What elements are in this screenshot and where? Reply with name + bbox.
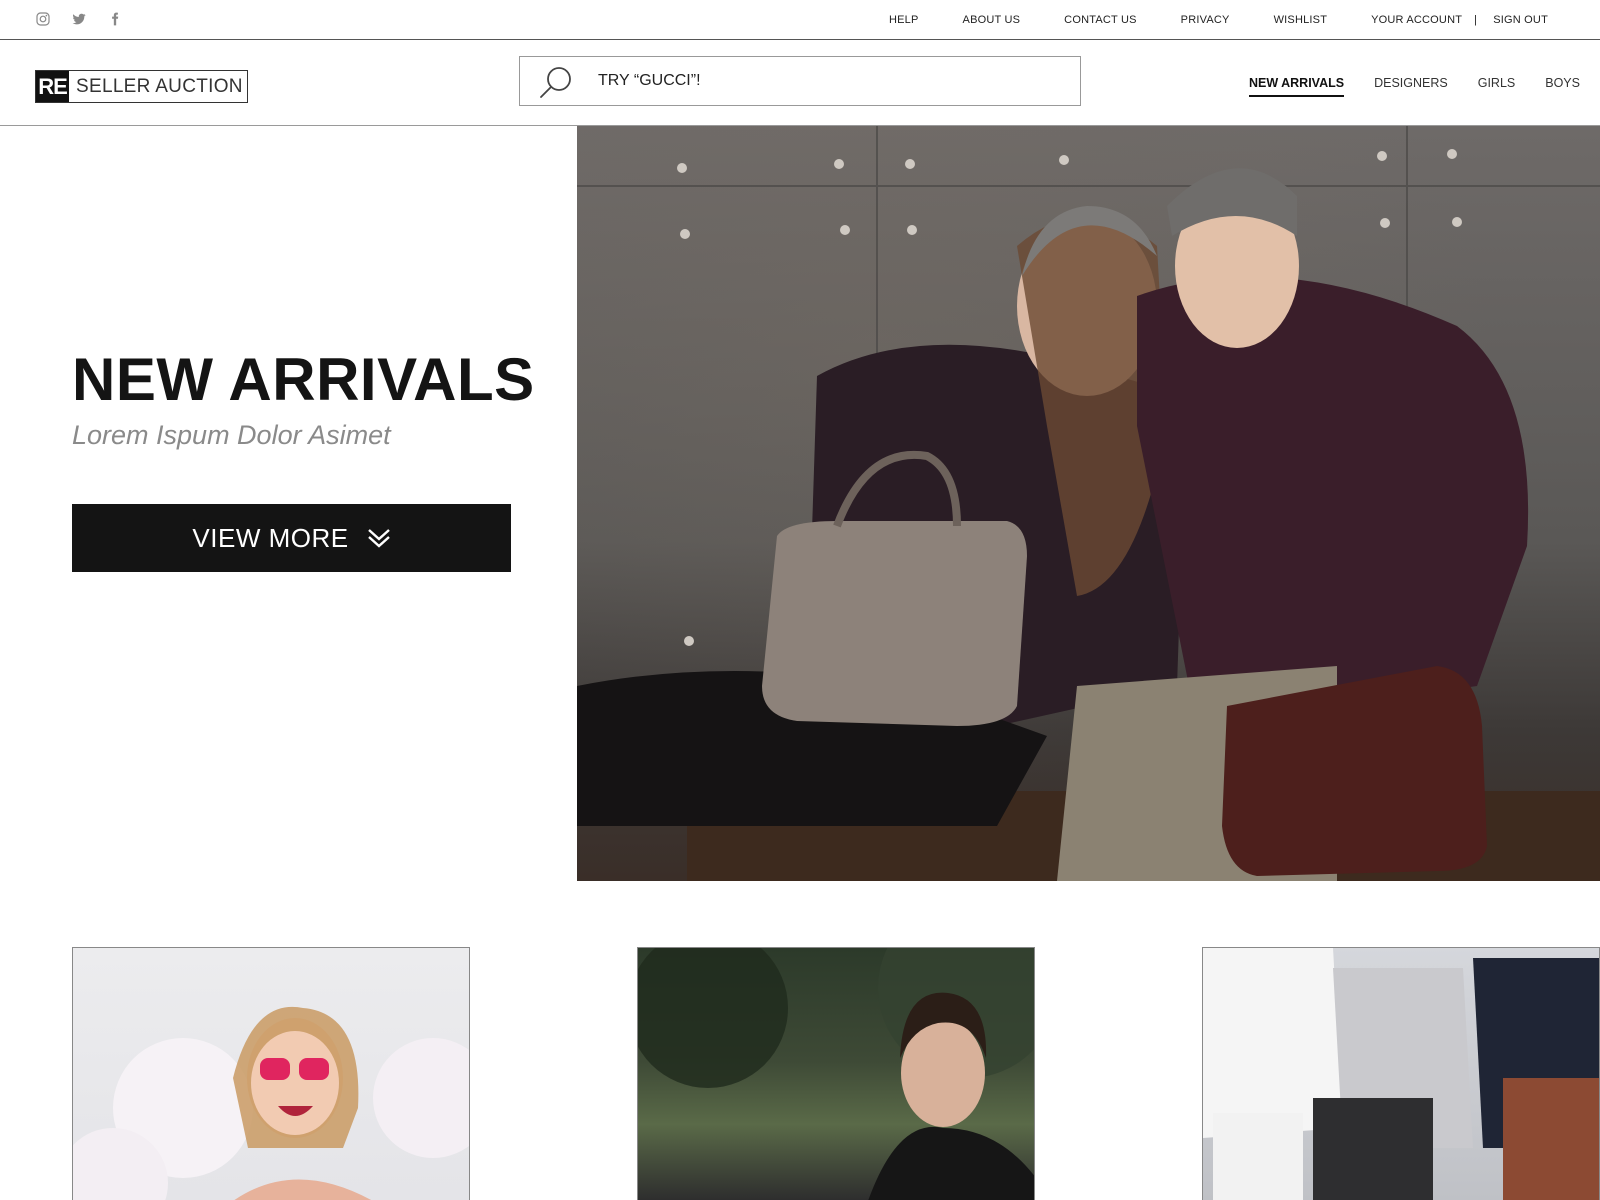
hero-image xyxy=(577,126,1600,881)
your-account-link[interactable]: YOUR ACCOUNT xyxy=(1371,14,1462,26)
product-tile-3[interactable] xyxy=(1202,947,1600,1200)
help-link[interactable]: HELP xyxy=(889,14,919,26)
logo-text: SELLER AUCTION xyxy=(76,75,243,97)
product-tile-1[interactable] xyxy=(72,947,470,1200)
view-more-label: VIEW MORE xyxy=(192,522,349,553)
nav-boys[interactable]: BOYS xyxy=(1545,76,1580,90)
main-nav: NEW ARRIVALS DESIGNERS GIRLS BOYS xyxy=(1219,40,1580,126)
search-bar xyxy=(519,56,1081,106)
nav-new-arrivals[interactable]: NEW ARRIVALS xyxy=(1248,76,1345,97)
privacy-link[interactable]: PRIVACY xyxy=(1181,14,1230,26)
sign-out-link[interactable]: SIGN OUT xyxy=(1493,14,1548,26)
hero-title: NEW ARRIVALS xyxy=(72,346,535,413)
utility-nav: HELP ABOUT US CONTACT US PRIVACY WISHLIS… xyxy=(889,0,1548,40)
about-us-link[interactable]: ABOUT US xyxy=(963,14,1021,26)
nav-designers[interactable]: DESIGNERS xyxy=(1374,76,1448,90)
wishlist-link[interactable]: WISHLIST xyxy=(1274,14,1328,26)
hero-subtitle: Lorem Ispum Dolor Asimet xyxy=(72,420,391,450)
double-chevron-down-icon xyxy=(367,529,390,548)
nav-girls[interactable]: GIRLS xyxy=(1478,76,1516,90)
instagram-icon[interactable] xyxy=(36,12,50,26)
logo-mark: RE xyxy=(36,71,69,102)
view-more-button[interactable]: VIEW MORE xyxy=(72,504,511,572)
facebook-icon[interactable] xyxy=(108,12,122,26)
site-logo[interactable]: RE SELLER AUCTION xyxy=(35,70,248,103)
nav-separator: | xyxy=(1474,14,1478,26)
search-input[interactable] xyxy=(598,57,1058,105)
search-icon[interactable] xyxy=(538,65,574,104)
contact-us-link[interactable]: CONTACT US xyxy=(1064,14,1137,26)
social-links xyxy=(36,12,122,26)
twitter-icon[interactable] xyxy=(72,12,86,26)
top-utility-bar: HELP ABOUT US CONTACT US PRIVACY WISHLIS… xyxy=(0,0,1600,40)
product-tile-2[interactable] xyxy=(637,947,1035,1200)
main-header: RE SELLER AUCTION NEW ARRIVALS DESIGNERS… xyxy=(0,40,1600,126)
